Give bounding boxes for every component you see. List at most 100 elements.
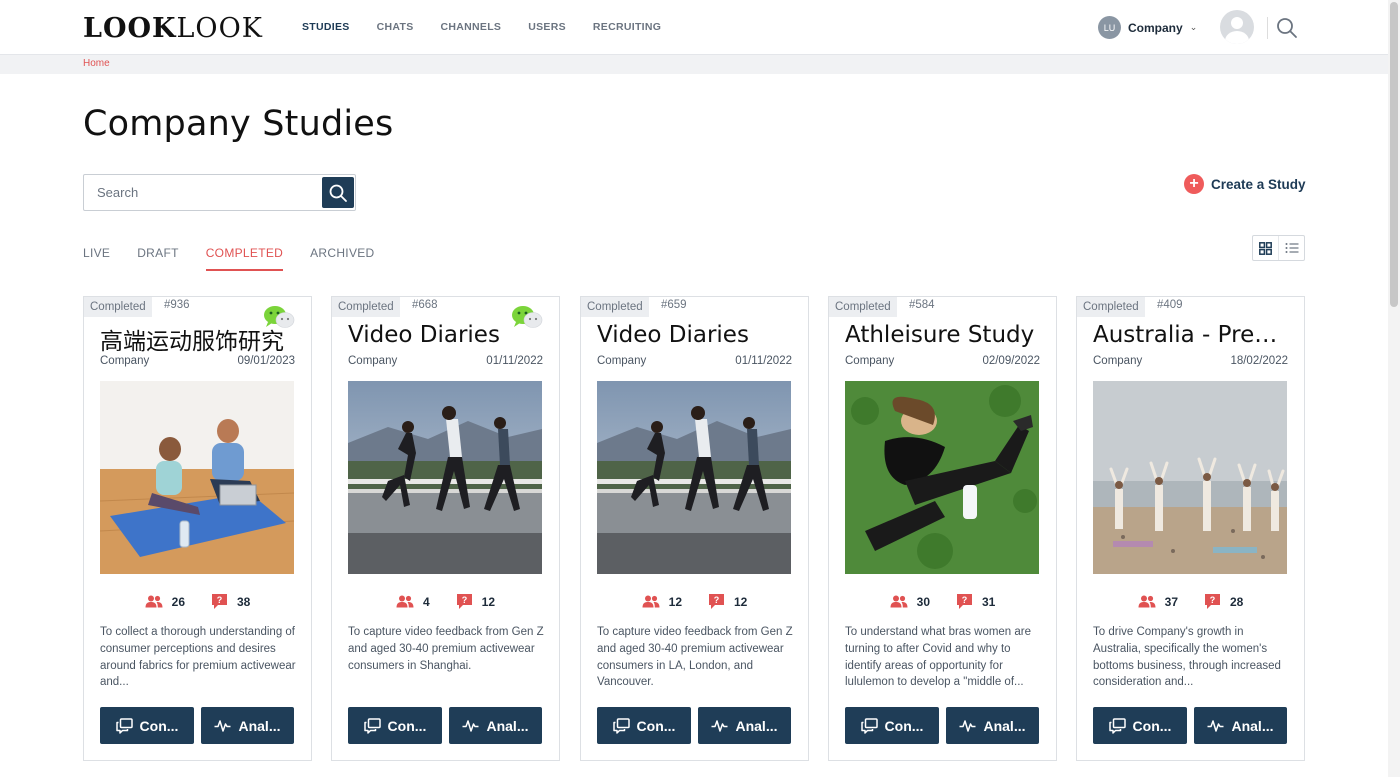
questions-count: ? 38: [211, 593, 250, 610]
study-image[interactable]: [845, 381, 1039, 574]
create-study-button[interactable]: + Create a Study: [1184, 174, 1306, 194]
people-icon: [396, 595, 414, 608]
tab-completed[interactable]: COMPLETED: [205, 246, 284, 271]
study-company: Company: [597, 355, 647, 367]
conversations-button[interactable]: Con...: [348, 707, 442, 744]
grid-view-icon[interactable]: [1253, 236, 1278, 260]
tab-draft[interactable]: DRAFT: [137, 246, 179, 271]
study-stats: 12 ? 12: [581, 593, 808, 610]
conversations-button[interactable]: Con...: [597, 707, 691, 744]
svg-text:?: ?: [962, 595, 968, 605]
study-title[interactable]: Australia - Premium Activewear: [1093, 322, 1293, 348]
pulse-icon: [1207, 719, 1224, 732]
study-actions: Con... Anal...: [100, 707, 294, 744]
user-avatar[interactable]: [1220, 10, 1254, 44]
study-company: Company: [1093, 355, 1143, 367]
tab-archived[interactable]: ARCHIVED: [310, 246, 374, 271]
study-card[interactable]: Completed #936 高端运动服饰研究 Company 09/01/20…: [83, 296, 312, 761]
study-card[interactable]: Completed #584 Athleisure Study Company …: [828, 296, 1057, 761]
study-actions: Con... Anal...: [1093, 707, 1287, 744]
pulse-icon: [214, 719, 231, 732]
breadcrumb-home[interactable]: Home: [83, 58, 110, 69]
study-image[interactable]: [597, 381, 791, 574]
study-image[interactable]: [1093, 381, 1287, 574]
analysis-button[interactable]: Anal...: [201, 707, 294, 744]
study-image[interactable]: [100, 381, 294, 574]
study-description: To capture video feedback from Gen Z and…: [597, 626, 793, 689]
nav-channels[interactable]: CHANNELS: [441, 21, 502, 33]
study-image[interactable]: [348, 381, 542, 574]
analysis-button[interactable]: Anal...: [449, 707, 542, 744]
status-badge: Completed: [581, 297, 649, 317]
chat-bubbles-icon: [115, 717, 133, 734]
questions-count: ? 12: [708, 593, 747, 610]
conversations-button[interactable]: Con...: [100, 707, 194, 744]
study-actions: Con... Anal...: [348, 707, 542, 744]
nav-users[interactable]: USERS: [528, 21, 566, 33]
tab-live[interactable]: LIVE: [83, 246, 110, 271]
study-description: To drive Company's growth in Australia, …: [1093, 626, 1281, 689]
study-description: To capture video feedback from Gen Z and…: [348, 626, 544, 672]
status-tabs: LIVE DRAFT COMPLETED ARCHIVED: [83, 246, 375, 271]
participants-count: 12: [642, 593, 682, 610]
study-actions: Con... Anal...: [845, 707, 1039, 744]
search-box: [83, 174, 356, 211]
pulse-icon: [462, 719, 479, 732]
lookllook-logo[interactable]: LOOKLOOK: [83, 13, 263, 44]
search-input[interactable]: [84, 175, 320, 210]
study-stats: 37 ? 28: [1077, 593, 1304, 610]
study-id: #584: [909, 299, 935, 311]
study-date: 01/11/2022: [735, 355, 792, 367]
participants-count: 30: [890, 593, 930, 610]
status-badge: Completed: [84, 297, 152, 317]
study-company: Company: [845, 355, 895, 367]
analysis-button[interactable]: Anal...: [1194, 707, 1287, 744]
svg-text:?: ?: [461, 595, 467, 605]
status-badge: Completed: [332, 297, 400, 317]
study-card[interactable]: Completed #668 Video Diaries Company 01/…: [331, 296, 560, 761]
study-title[interactable]: Video Diaries: [348, 322, 548, 348]
search-icon[interactable]: [1276, 17, 1298, 44]
chat-bubbles-icon: [363, 717, 381, 734]
study-title[interactable]: 高端运动服饰研究: [100, 322, 300, 356]
question-bubble-icon: ?: [456, 594, 472, 609]
nav-studies[interactable]: STUDIES: [302, 21, 350, 33]
nav-recruiting[interactable]: RECRUITING: [593, 21, 661, 33]
search-icon: [329, 184, 347, 202]
questions-count: ? 31: [956, 593, 995, 610]
study-id: #668: [412, 299, 438, 311]
chat-bubbles-icon: [860, 717, 878, 734]
questions-count: ? 12: [456, 593, 495, 610]
study-title[interactable]: Athleisure Study: [845, 322, 1045, 348]
study-stats: 26 ? 38: [84, 593, 311, 610]
question-bubble-icon: ?: [957, 594, 972, 609]
study-date: 01/11/2022: [486, 355, 543, 367]
breadcrumb-bar: Home: [0, 55, 1388, 74]
study-date: 02/09/2022: [982, 355, 1040, 367]
question-bubble-icon: ?: [709, 594, 724, 609]
study-card[interactable]: Completed #659 Video Diaries Company 01/…: [580, 296, 809, 761]
page-scrollbar[interactable]: [1388, 0, 1400, 777]
search-button[interactable]: [322, 177, 354, 208]
study-card[interactable]: Completed #409 Australia - Premium Activ…: [1076, 296, 1305, 761]
nav-chats[interactable]: CHATS: [377, 21, 414, 33]
question-bubble-icon: ?: [212, 594, 227, 609]
question-bubble-icon: ?: [1205, 594, 1220, 609]
pulse-icon: [959, 719, 976, 732]
participants-count: 37: [1138, 593, 1178, 610]
conversations-button[interactable]: Con...: [1093, 707, 1187, 744]
top-navigation-bar: LOOKLOOK STUDIES CHATS CHANNELS USERS RE…: [0, 0, 1388, 55]
list-view-icon[interactable]: [1278, 236, 1304, 260]
study-date: 09/01/2023: [237, 355, 295, 367]
company-switcher[interactable]: LU Company ⌄: [1098, 16, 1197, 39]
svg-text:?: ?: [1210, 595, 1216, 605]
analysis-button[interactable]: Anal...: [946, 707, 1039, 744]
study-title[interactable]: Video Diaries: [597, 322, 797, 348]
header-divider: [1267, 17, 1268, 39]
analysis-button[interactable]: Anal...: [698, 707, 791, 744]
company-badge: LU: [1098, 16, 1121, 39]
study-stats: 4 ? 12: [332, 593, 559, 610]
plus-icon: +: [1184, 174, 1204, 194]
chevron-down-icon: ⌄: [1189, 22, 1198, 32]
conversations-button[interactable]: Con...: [845, 707, 939, 744]
